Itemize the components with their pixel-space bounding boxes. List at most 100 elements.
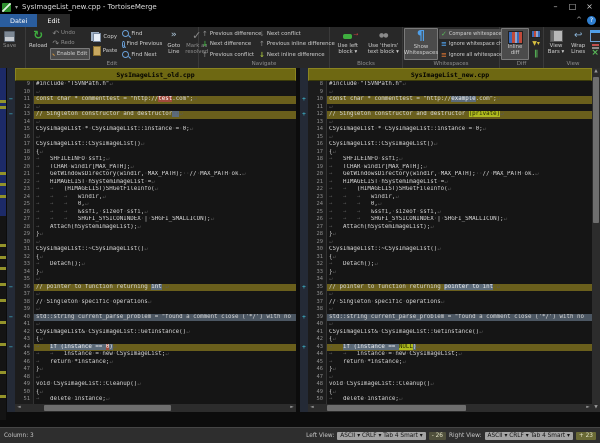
code-line[interactable]: 31 CSysImageList::~CSysImageList()↵ xyxy=(15,246,296,254)
code-line[interactable]: 22 → HIMAGELIST·hSystemImageList·=↵ xyxy=(15,178,296,186)
previous-difference-button[interactable]: ↑ Previous difference xyxy=(200,29,261,39)
code-line[interactable]: 19 → SHFILEINFO·ssfi;↵ xyxy=(15,156,296,164)
scroll-left-icon[interactable]: ◄ xyxy=(308,404,316,412)
code-line[interactable]: 48 void·CSysImageList::Cleanup()↵ xyxy=(308,381,592,389)
code-line[interactable]: 38 ↵ xyxy=(308,306,592,314)
code-line[interactable]: 12//·Singleton·constructor·and·destructo… xyxy=(308,111,592,119)
code-line[interactable]: 21 → HIMAGELIST·hSystemImageList·=↵ xyxy=(308,178,592,186)
code-line[interactable]: 36//·pointer·to·function·returning·int·↵ xyxy=(15,283,296,291)
reload-button[interactable]: ↻ Reload xyxy=(27,28,49,60)
code-line[interactable]: 12 ↵ xyxy=(15,103,296,111)
code-line[interactable]: 35//·pointer·to·function·returning·point… xyxy=(308,283,592,291)
code-line[interactable]: 50 {↵ xyxy=(15,388,296,396)
code-line[interactable]: 18 → SHFILEINFO·ssfi;↵ xyxy=(308,156,592,164)
left-horizontal-scrollbar[interactable]: ◄ ► xyxy=(15,404,296,412)
find-previous-button[interactable]: Find Previous xyxy=(120,39,164,49)
code-line[interactable]: 9 ↵ xyxy=(308,88,592,96)
view-bars-button[interactable]: View Bars ▾ xyxy=(545,28,567,60)
right-horizontal-scrollbar[interactable]: ◄ ► xyxy=(308,404,592,412)
scroll-down-icon[interactable]: ▼ xyxy=(592,404,600,412)
code-line[interactable]: 32 → Detach();↵ xyxy=(308,261,592,269)
code-line[interactable]: 9 #include·"TSVNPath.h"↵ xyxy=(15,81,296,89)
code-line[interactable]: 14 CSysImageList·*·CSysImageList::instanc… xyxy=(308,126,592,134)
code-line[interactable]: 23 → → → windir,↵ xyxy=(308,193,592,201)
code-line[interactable]: 28 → Attach(hSystemImageList);↵ xyxy=(15,223,296,231)
code-line[interactable]: 10 ↵ xyxy=(15,88,296,96)
tab-edit[interactable]: Edit xyxy=(37,14,70,27)
use-theirs-block-button[interactable]: ●● Use 'theirs' text block ▾ xyxy=(366,28,401,60)
code-line[interactable]: 8 #include·"TSVNPath.h"↵ xyxy=(308,81,592,89)
code-line[interactable]: 10 const·char·*·commenttest·=·"http://exa… xyxy=(308,96,592,104)
code-line[interactable]: 17 {↵ xyxy=(308,148,592,156)
code-line[interactable]: 21 → GetWindowsDirectory(windir,·MAX_PATH… xyxy=(15,171,296,179)
code-line[interactable]: 30 ↵ xyxy=(15,238,296,246)
code-line[interactable]: 24 → → → 0,↵ xyxy=(308,201,592,209)
left-view-options[interactable]: ASCII ▾ CRLF ▾ Tab 4 Smart ▾ xyxy=(337,431,426,440)
code-line[interactable]: 47}↵ xyxy=(15,366,296,374)
code-line[interactable]: 29 ↵ xyxy=(308,238,592,246)
goto-line-button[interactable]: » Goto Line xyxy=(165,28,182,60)
inline-diff-button[interactable]: Inline diff xyxy=(501,28,530,60)
right-view-options[interactable]: ASCII ▾ CRLF ▾ Tab 4 Smart ▾ xyxy=(484,431,573,440)
code-line[interactable]: 25 → → → &ssfi,·sizeof·ssfi,↵ xyxy=(308,208,592,216)
code-line[interactable]: 11 ↵ xyxy=(308,103,592,111)
code-line[interactable]: 50 → delete·instance;↵ xyxy=(308,396,592,404)
code-line[interactable]: 20 → GetWindowsDirectory(windir,·MAX_PATH… xyxy=(308,171,592,179)
code-line[interactable]: 13//·Singleton·constructor·and·destructo… xyxy=(15,111,296,119)
window-layout-icon[interactable] xyxy=(589,30,600,42)
copy-button[interactable]: Copy xyxy=(91,32,119,42)
code-line[interactable]: 48 ↵ xyxy=(15,373,296,381)
code-line[interactable]: 39 ↵ xyxy=(15,306,296,314)
comments-icon[interactable]: ∥ xyxy=(534,49,538,58)
close-button[interactable]: × xyxy=(581,0,598,14)
code-line[interactable]: 25 → → → 0,↵ xyxy=(15,201,296,209)
inline-diff-word-icon[interactable] xyxy=(531,30,542,38)
code-line[interactable]: 18 {↵ xyxy=(15,148,296,156)
code-line[interactable]: 13 ↵ xyxy=(308,118,592,126)
next-inline-difference-button[interactable]: ↓ Next inline difference xyxy=(257,50,327,60)
use-left-block-button[interactable]: Use left block ▾ xyxy=(331,28,365,60)
code-line[interactable]: 14 ↵ xyxy=(15,118,296,126)
code-line[interactable]: 34 ↵ xyxy=(308,276,592,284)
scroll-right-icon[interactable]: ► xyxy=(584,404,592,412)
code-line[interactable]: 27 → → → SHGFI_SYSICONINDEX·|·SHGFI_SMALL… xyxy=(15,216,296,224)
show-whitespaces-button[interactable]: ¶ Show Whitespaces xyxy=(404,28,438,60)
save-button[interactable]: Save xyxy=(1,28,18,60)
code-line[interactable]: 37//·Singleton·specific·operations↵ xyxy=(308,298,592,306)
code-line[interactable]: 27 → Attach(hSystemImageList);↵ xyxy=(308,223,592,231)
code-line[interactable]: 43 → if·(instance·==·NULL)↵ xyxy=(308,343,592,351)
code-line[interactable]: 26 → → → &ssfi,·sizeof·ssfi,↵ xyxy=(15,208,296,216)
scrollbar-thumb[interactable] xyxy=(44,405,172,411)
code-line[interactable]: 15 CSysImageList·*·CSysImageList::instanc… xyxy=(15,126,296,134)
code-line[interactable]: 19 → TCHAR·windir[MAX_PATH];↵ xyxy=(308,163,592,171)
filter-icon[interactable]: ▼▾ xyxy=(532,40,540,47)
scroll-up-icon[interactable]: ▲ xyxy=(592,68,600,76)
scrollbar-thumb[interactable] xyxy=(326,405,467,411)
code-line[interactable]: 15 ↵ xyxy=(308,133,592,141)
help-icon[interactable]: ? xyxy=(587,16,596,25)
ignore-all-whitespace-changes-button[interactable]: ≡ Ignore all whitespace changes xyxy=(439,50,525,60)
code-line[interactable]: 26 → → → SHGFI_SYSICONINDEX·|·SHGFI_SMALL… xyxy=(308,216,592,224)
wrap-lines-button[interactable]: ↩ Wrap Lines xyxy=(568,28,588,60)
code-line[interactable]: 35 ↵ xyxy=(15,276,296,284)
previous-inline-difference-button[interactable]: ↑ Previous inline difference xyxy=(257,39,335,49)
find-button[interactable]: Find xyxy=(120,29,164,39)
code-line[interactable]: 46}↵ xyxy=(308,366,592,374)
code-line[interactable]: 24 → → → windir,↵ xyxy=(15,193,296,201)
code-line[interactable]: 29}↵ xyxy=(15,231,296,239)
code-line[interactable]: 20 → TCHAR·windir[MAX_PATH];↵ xyxy=(15,163,296,171)
next-difference-button[interactable]: ↓ Next difference xyxy=(200,39,256,49)
ignore-whitespace-changes-button[interactable]: ≡ Ignore whitespace changes xyxy=(439,39,517,49)
code-line[interactable]: 47 ↵ xyxy=(308,373,592,381)
locator-bar[interactable] xyxy=(0,68,6,420)
code-line[interactable]: 17 CSysImageList::CSysImageList()↵ xyxy=(15,141,296,149)
previous-conflict-button[interactable]: ↑ Previous conflict xyxy=(200,50,256,60)
code-line[interactable]: 33 → Detach();↵ xyxy=(15,261,296,269)
undo-button[interactable]: ↶ Undo xyxy=(50,28,90,38)
code-line[interactable]: 16 ↵ xyxy=(15,133,296,141)
scroll-left-icon[interactable]: ◄ xyxy=(15,404,23,412)
vertical-scrollbar[interactable]: ▲ ▼ xyxy=(592,68,600,412)
maximize-button[interactable]: □ xyxy=(564,0,581,14)
code-line[interactable]: 22 → → (HIMAGELIST)SHGetFileInfo(↵ xyxy=(308,186,592,194)
paste-button[interactable]: Paste xyxy=(91,46,119,56)
